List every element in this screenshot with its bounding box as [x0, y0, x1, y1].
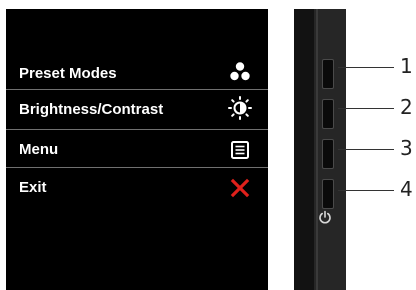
menu-icon — [231, 141, 249, 159]
bezel-button-2[interactable] — [322, 99, 334, 129]
osd-divider — [6, 167, 268, 168]
osd-divider — [6, 129, 268, 130]
osd-item-label: Brightness/Contrast — [19, 101, 164, 118]
close-icon — [230, 178, 250, 198]
bezel-button-1[interactable] — [322, 59, 334, 89]
osd-item-brightness-contrast[interactable]: Brightness/Contrast — [6, 91, 268, 127]
osd-item-exit[interactable]: Exit — [6, 171, 268, 207]
bezel-button-3[interactable] — [322, 139, 334, 169]
preset-modes-icon — [230, 62, 250, 81]
callout-number-4: 4 — [400, 177, 413, 201]
bezel-highlight — [316, 9, 318, 290]
brightness-contrast-icon — [228, 96, 252, 120]
callout-number-2: 2 — [400, 95, 413, 119]
bezel-button-4[interactable] — [322, 179, 334, 209]
callout-line-1 — [338, 67, 394, 68]
osd-item-label: Preset Modes — [19, 65, 117, 82]
callout-line-4 — [338, 190, 394, 191]
callout-line-3 — [338, 149, 394, 150]
osd-item-label: Exit — [19, 179, 47, 196]
callout-line-2 — [338, 108, 394, 109]
osd-item-preset-modes[interactable]: Preset Modes — [6, 55, 268, 91]
osd-item-menu[interactable]: Menu — [6, 133, 268, 169]
osd-divider — [6, 89, 268, 90]
osd-item-label: Menu — [19, 141, 59, 158]
power-icon[interactable] — [317, 209, 333, 225]
callout-number-3: 3 — [400, 136, 413, 160]
bezel-front-edge — [294, 9, 314, 290]
monitor-osd-screen: Preset Modes Brightness/Contrast Menu Ex… — [6, 9, 268, 290]
callout-number-1: 1 — [400, 54, 413, 78]
